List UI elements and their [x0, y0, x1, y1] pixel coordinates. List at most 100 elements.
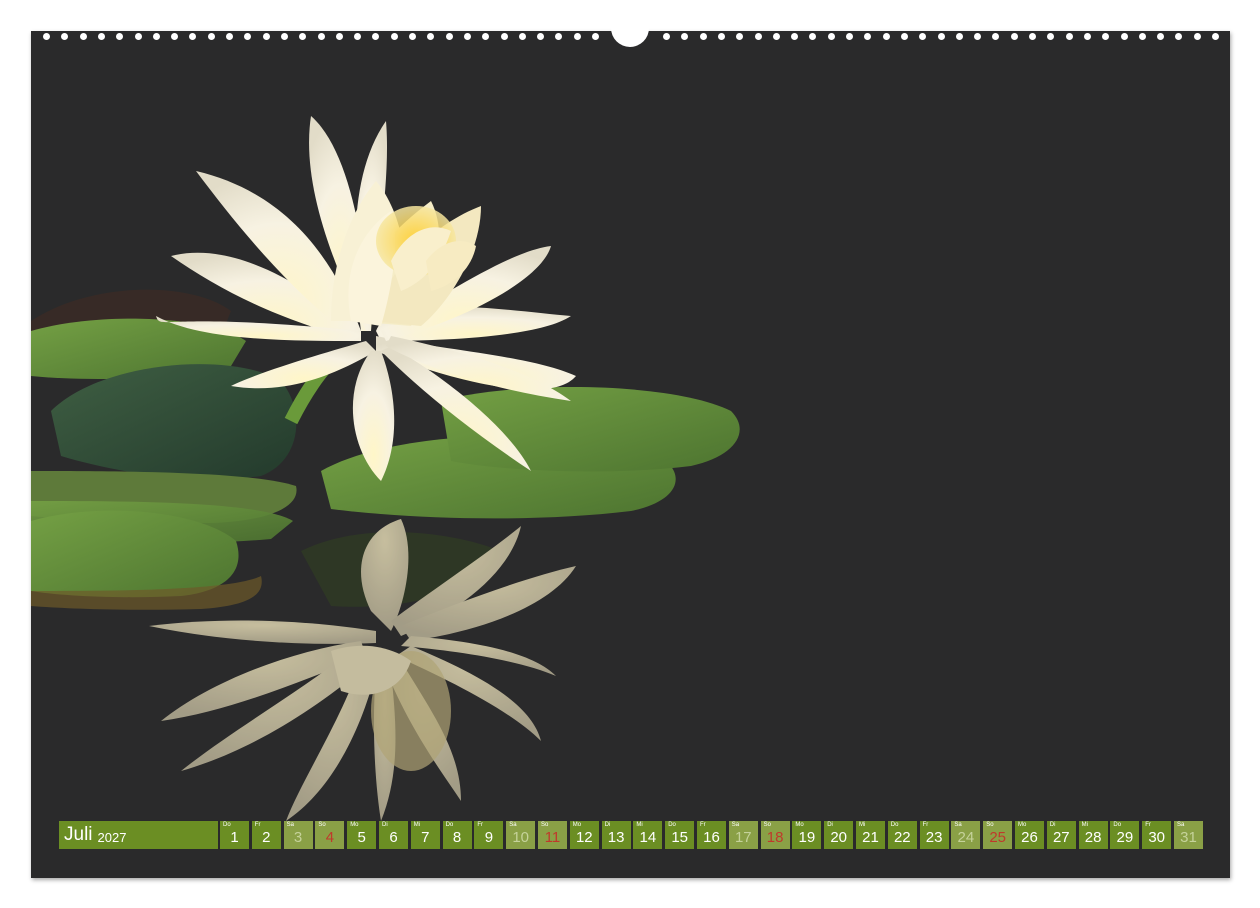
binding-hole [736, 33, 744, 40]
day-number: 24 [957, 829, 975, 846]
binding-hole [1193, 33, 1201, 40]
day-number: 9 [484, 829, 494, 846]
binding-hole [226, 33, 233, 40]
day-number: 6 [389, 829, 398, 846]
weekday-label: Do [668, 822, 676, 828]
binding-hole [1138, 33, 1146, 40]
weekday-label: Do [223, 822, 231, 828]
binding-hole [262, 33, 270, 40]
day-number: 31 [1180, 829, 1197, 846]
day-number: 3 [293, 829, 303, 846]
calendar-day: Do 15 [665, 821, 695, 849]
binding-hole [772, 33, 780, 40]
binding-hole [754, 33, 762, 40]
day-number: 10 [512, 829, 530, 846]
day-number: 19 [798, 829, 816, 846]
binding-hole [482, 33, 490, 40]
weekday-label: Sa [509, 822, 517, 828]
binding-hole [390, 33, 398, 40]
weekday-label: Di [382, 822, 388, 828]
day-number: 5 [357, 829, 366, 846]
binding-hole [152, 33, 160, 40]
weekday-label: Mo [572, 822, 582, 828]
binding-hole [1047, 33, 1055, 40]
calendar-day: Di 20 [824, 821, 854, 849]
binding-hole [717, 33, 725, 40]
calendar-day: Di 6 [379, 821, 408, 849]
calendar-day: Mi 28 [1078, 821, 1108, 849]
calendar-day: Mi 14 [633, 821, 663, 849]
binding-hole [317, 33, 325, 40]
binding-hole [827, 33, 835, 40]
binding-hole [699, 33, 707, 40]
binding-hole [79, 33, 87, 40]
binding-hole [97, 33, 105, 40]
binding-hole [919, 33, 927, 40]
weekday-label: Mi [859, 822, 866, 828]
binding-hole [882, 33, 890, 40]
binding-hole [427, 33, 435, 40]
day-number: 18 [766, 829, 784, 846]
calendar-day: Sa 24 [951, 821, 981, 849]
day-number: 30 [1148, 829, 1166, 846]
binding-hole [974, 33, 982, 40]
binding-hole [937, 33, 945, 40]
calendar-day: Fr 9 [474, 821, 504, 849]
calendar-day: Mi 7 [410, 821, 440, 849]
binding-hole [445, 33, 453, 40]
weekday-label: Sa [1177, 822, 1185, 828]
binding-hole [955, 33, 963, 40]
weekday-label: Di [604, 822, 611, 828]
weekday-label: Di [827, 822, 833, 828]
day-number: 22 [893, 829, 911, 846]
binding-hole [1083, 33, 1091, 40]
day-number: 14 [639, 829, 657, 846]
calendar-day: Sa 17 [728, 821, 758, 849]
binding-hole [299, 33, 307, 40]
calendar-day: Mo 26 [1015, 821, 1044, 849]
calendar-day: Fr 23 [919, 821, 949, 849]
calendar-day: So 11 [538, 821, 567, 849]
month-year: 2027 [97, 829, 127, 845]
calendar-day: Mi 21 [856, 821, 885, 849]
weekday-label: Fr [700, 822, 706, 828]
day-number: 17 [734, 829, 752, 846]
day-number: 15 [671, 829, 689, 846]
calendar-day: Do 1 [220, 821, 249, 849]
day-number: 29 [1116, 829, 1134, 846]
weekday-label: Mi [1081, 822, 1088, 828]
calendar-day: Do 8 [442, 821, 472, 849]
binding-hole [189, 33, 197, 40]
weekday-label: Do [1113, 822, 1122, 828]
weekday-label: Sa [731, 822, 740, 828]
weekday-label: Di [1049, 822, 1056, 828]
weekday-label: So [318, 822, 326, 828]
weekday-label: Mo [795, 822, 804, 828]
binding-hole [207, 33, 215, 40]
calendar-day: Sa 10 [506, 821, 536, 849]
binding-hole [900, 33, 908, 40]
binding-hole [116, 33, 124, 40]
water-lily-photo [31, 116, 740, 821]
day-number: 12 [575, 829, 593, 846]
weekday-label: So [763, 822, 771, 828]
binding-hole [663, 33, 670, 40]
binding-hole [43, 33, 50, 40]
weekday-label: Fr [922, 822, 929, 828]
calendar-day: So 25 [983, 821, 1013, 849]
day-number: 27 [1052, 829, 1070, 846]
day-number: 2 [262, 829, 271, 846]
binding-hole [537, 33, 545, 40]
calendar-day: Mo 5 [347, 821, 377, 849]
month-label: Juli 2027 [59, 821, 218, 849]
binding-hole [864, 33, 872, 40]
calendar-day: Do 29 [1110, 821, 1140, 849]
weekday-label: Do [890, 822, 899, 828]
binding-hole [134, 33, 142, 40]
weekday-label: Fr [477, 822, 484, 828]
binding-hole [1102, 33, 1110, 40]
weekday-label: Fr [254, 822, 261, 828]
binding-hole [1065, 33, 1073, 40]
calendar-day: Mo 12 [569, 821, 599, 849]
binding-hole [791, 33, 799, 40]
